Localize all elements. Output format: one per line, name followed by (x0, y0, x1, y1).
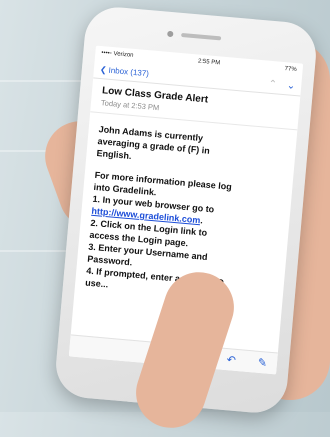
carrier-label: ••••◦ Verizon (101, 50, 134, 59)
back-to-inbox-button[interactable]: ❮ Inbox (137) (100, 64, 150, 77)
reply-icon[interactable]: ↶ (226, 353, 236, 367)
front-camera (167, 30, 174, 38)
chevron-down-icon[interactable]: ⌄ (286, 80, 295, 92)
compose-icon[interactable]: ✎ (257, 356, 267, 370)
clock: 2:55 PM (197, 58, 221, 67)
body-paragraph-1: John Adams is currently averaging a grad… (96, 123, 286, 175)
chevron-left-icon: ❮ (99, 64, 108, 75)
speaker-grille (181, 32, 222, 41)
inbox-label: Inbox (137) (108, 65, 150, 78)
battery-label: 77% (284, 66, 297, 74)
chevron-up-icon[interactable]: ⌃ (268, 78, 277, 90)
